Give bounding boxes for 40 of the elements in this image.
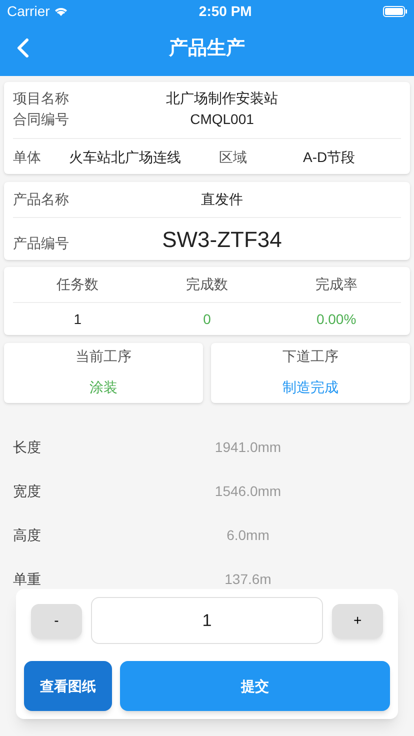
stat-label: 任务数 (56, 275, 100, 294)
field-value: A-D节段 (303, 148, 356, 167)
quantity-field[interactable]: 1 (90, 597, 324, 644)
field-label: 区域 (219, 148, 248, 167)
wifi-icon (54, 6, 68, 16)
process-value: 制造完成 (282, 378, 338, 397)
field-label: 单体 (13, 148, 42, 167)
increment-button[interactable]: + (332, 604, 383, 638)
spec-label: 宽度 (13, 482, 42, 500)
spec-label: 高度 (13, 526, 42, 544)
page-title: 产品生产 (169, 36, 245, 61)
stat-label: 完成率 (314, 275, 358, 294)
battery-icon (382, 6, 407, 16)
carrier-label: Carrier (7, 2, 50, 20)
spec-value: 6.0mm (226, 526, 270, 544)
field-value: 直发件 (200, 190, 244, 209)
spec-label: 单重 (13, 570, 42, 588)
stat-value: 1 (72, 310, 83, 328)
process-label: 下道工序 (282, 347, 338, 366)
stat-value: 0 (202, 310, 212, 328)
process-value: 涂装 (90, 378, 118, 397)
stat-label: 完成数 (184, 275, 229, 294)
spec-label: 长度 (13, 438, 42, 456)
field-label: 产品名称 (13, 190, 70, 209)
spec-value: 1941.0mm (214, 438, 282, 456)
field-label: 项目名称 (13, 89, 70, 108)
view-drawing-button[interactable]: 查看图纸 (24, 661, 112, 711)
field-value: 北广场制作安装站 (165, 89, 279, 108)
stat-value: 0.00% (315, 310, 358, 328)
field-label: 产品编号 (13, 234, 70, 252)
field-label: 合同编号 (13, 110, 70, 129)
product-code: SW3-ZTF34 (161, 226, 283, 254)
status-time: 2:50 PM (198, 2, 252, 20)
spec-value: 1546.0mm (214, 482, 282, 500)
field-value: CMQL001 (189, 110, 255, 129)
decrement-button[interactable]: - (31, 604, 82, 638)
process-label: 当前工序 (76, 347, 132, 366)
back-icon (17, 38, 29, 58)
spec-value: 137.6m (224, 570, 272, 588)
field-value: 火车站北广场连线 (69, 148, 182, 167)
